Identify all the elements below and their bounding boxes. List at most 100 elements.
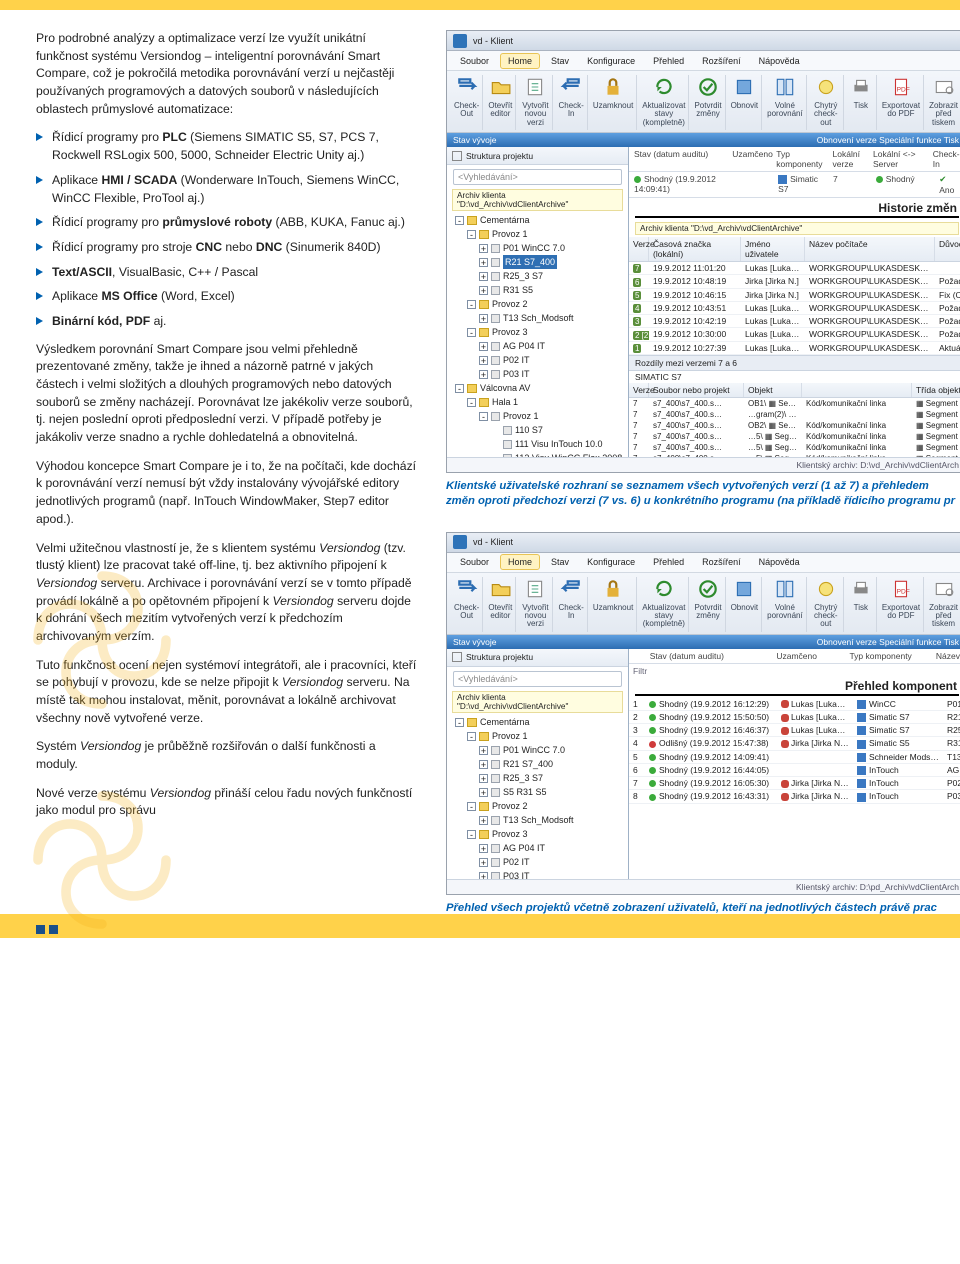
- menu-soubor[interactable]: Soubor: [453, 54, 496, 68]
- search-input[interactable]: <Vyhledávání>: [453, 169, 622, 185]
- ribbon-compare[interactable]: Volné porovnání: [764, 75, 807, 130]
- ribbon-lock[interactable]: Uzamknout: [590, 75, 637, 130]
- menu-přehled[interactable]: Přehled: [646, 555, 691, 569]
- tree-node[interactable]: 112 Visu WinCC Flex 2008: [451, 451, 624, 457]
- tree-node[interactable]: -Provoz 2: [451, 297, 624, 311]
- component-row[interactable]: 7Shodný (19.9.2012 16:05:30)Jirka [Jirka…: [629, 777, 960, 790]
- ribbon-checkout[interactable]: Check-Out: [451, 75, 483, 130]
- tree-node[interactable]: +R25_3 S7: [451, 269, 624, 283]
- tree-node[interactable]: +P03 IT: [451, 367, 624, 381]
- menu-rozšíření[interactable]: Rozšíření: [695, 54, 748, 68]
- menu-nápověda[interactable]: Nápověda: [752, 555, 807, 569]
- component-row[interactable]: 8Shodný (19.9.2012 16:43:31)Jirka [Jirka…: [629, 790, 960, 803]
- ribbon-refresh[interactable]: Aktualizovat stavy (kompletně): [639, 577, 689, 632]
- tree-node[interactable]: +R31 S5: [451, 283, 624, 297]
- tree-node[interactable]: +S5 R31 S5: [451, 785, 624, 799]
- menu-přehled[interactable]: Přehled: [646, 54, 691, 68]
- tree-node[interactable]: +P03 IT: [451, 869, 624, 879]
- menu-home[interactable]: Home: [500, 554, 540, 570]
- ribbon-checkin[interactable]: Check-In: [555, 577, 587, 632]
- menu-rozšíření[interactable]: Rozšíření: [695, 555, 748, 569]
- history-row[interactable]: 419.9.2012 10:43:51Lukas [Lukas R.]WORKG…: [629, 302, 960, 315]
- search-input[interactable]: <Vyhledávání>: [453, 671, 622, 687]
- tree-node[interactable]: -Provoz 2: [451, 799, 624, 813]
- ribbon-restore[interactable]: Obnovit: [728, 75, 763, 130]
- ribbon-refresh[interactable]: Aktualizovat stavy (kompletně): [639, 75, 689, 130]
- tree-node[interactable]: +P01 WinCC 7.0: [451, 241, 624, 255]
- history-row[interactable]: 2 [2.1]19.9.2012 10:30:00Lukas [Lukas R.…: [629, 328, 960, 341]
- tree-node[interactable]: -Hala 1: [451, 395, 624, 409]
- ribbon-checkout[interactable]: Check-Out: [451, 577, 483, 632]
- menu-stav[interactable]: Stav: [544, 54, 576, 68]
- tree-node[interactable]: +P02 IT: [451, 855, 624, 869]
- tree-node[interactable]: -Provoz 1: [451, 227, 624, 241]
- ribbon-confirm[interactable]: Potvrdit změny: [691, 75, 725, 130]
- tree-node[interactable]: 110 S7: [451, 423, 624, 437]
- tree-node[interactable]: +T13 Sch_Modsoft: [451, 311, 624, 325]
- tree-node[interactable]: 111 Visu InTouch 10.0: [451, 437, 624, 451]
- tree-node[interactable]: +P01 WinCC 7.0: [451, 743, 624, 757]
- tree-node[interactable]: -Provoz 3: [451, 827, 624, 841]
- component-row[interactable]: 4Odlišný (19.9.2012 15:47:38)Jirka [Jirk…: [629, 737, 960, 750]
- component-row[interactable]: 3Shodný (19.9.2012 16:46:37)Lukas [Lukas…: [629, 724, 960, 737]
- tree-node[interactable]: +AG P04 IT: [451, 339, 624, 353]
- ribbon-compare[interactable]: Volné porovnání: [764, 577, 807, 632]
- tree-node[interactable]: +R21 S7_400: [451, 757, 624, 771]
- tree-node[interactable]: +AG P04 IT: [451, 841, 624, 855]
- diff-row[interactable]: 7s7_400\s7_400.s……5\ ▦ Segment 1\Kód/kom…: [629, 431, 960, 442]
- history-row[interactable]: 719.9.2012 11:01:20Lukas [Lukas R.]WORKG…: [629, 262, 960, 275]
- ribbon-smart[interactable]: Chytrý check-out: [809, 577, 844, 632]
- checkin-icon: [559, 577, 583, 601]
- tree-node[interactable]: +T13 Sch_Modsoft: [451, 813, 624, 827]
- diff-row[interactable]: 7s7_400\s7_400.s…OB2\ ▦ Segment 1\Kód/ko…: [629, 420, 960, 431]
- history-row[interactable]: 519.9.2012 10:46:15Jirka [Jirka N.]WORKG…: [629, 289, 960, 302]
- ribbon-group-labels: Stav vývoje Obnovení verze Speciální fun…: [447, 635, 960, 649]
- component-header-row: Stav (datum auditu) Uzamčeno Typ kompone…: [629, 649, 960, 664]
- ribbon-print[interactable]: Tisk: [846, 75, 877, 130]
- tree-node[interactable]: -Cementárna: [451, 213, 624, 227]
- history-row[interactable]: 619.9.2012 10:48:19Jirka [Jirka N.]WORKG…: [629, 275, 960, 288]
- ribbon-pdf[interactable]: PDFExportovat do PDF: [879, 577, 924, 632]
- diff-row[interactable]: 7s7_400\s7_400.s……gram(2)\ ▦ Bloky \ ○ O…: [629, 409, 960, 420]
- ribbon-confirm[interactable]: Potvrdit změny: [691, 577, 725, 632]
- menu-soubor[interactable]: Soubor: [453, 555, 496, 569]
- ribbon-open[interactable]: Otevřít editor: [485, 75, 516, 130]
- history-row[interactable]: 319.9.2012 10:42:19Lukas [Lukas R.]WORKG…: [629, 315, 960, 328]
- tree-node[interactable]: -Válcovna AV: [451, 381, 624, 395]
- tree-node[interactable]: +R25_3 S7: [451, 771, 624, 785]
- component-row[interactable]: 2Shodný (19.9.2012 15:50:50)Lukas [Lukas…: [629, 711, 960, 724]
- diff-row[interactable]: 7s7_400\s7_400.s……5\ ▦ Segment 1\Kód/kom…: [629, 453, 960, 457]
- menu-stav[interactable]: Stav: [544, 555, 576, 569]
- tree-node[interactable]: +P02 IT: [451, 353, 624, 367]
- ribbon-smart[interactable]: Chytrý check-out: [809, 75, 844, 130]
- component-row[interactable]: 1Shodný (19.9.2012 16:12:29)Lukas [Lukas…: [629, 698, 960, 711]
- lock-icon: [601, 577, 625, 601]
- project-tree[interactable]: -Cementárna-Provoz 1+P01 WinCC 7.0+R21 S…: [451, 715, 624, 879]
- tree-node[interactable]: -Cementárna: [451, 715, 624, 729]
- ribbon-restore[interactable]: Obnovit: [728, 577, 763, 632]
- ribbon-open[interactable]: Otevřít editor: [485, 577, 516, 632]
- menu-konfigurace[interactable]: Konfigurace: [580, 555, 642, 569]
- folder-icon: [479, 230, 489, 239]
- menu-home[interactable]: Home: [500, 53, 540, 69]
- menu-nápověda[interactable]: Nápověda: [752, 54, 807, 68]
- tree-node[interactable]: -Provoz 3: [451, 325, 624, 339]
- ribbon-preview[interactable]: Zobrazit před tiskem: [926, 75, 960, 130]
- menu-konfigurace[interactable]: Konfigurace: [580, 54, 642, 68]
- tree-node[interactable]: +R21 S7_400: [451, 255, 624, 269]
- project-tree[interactable]: -Cementárna-Provoz 1+P01 WinCC 7.0+R21 S…: [451, 213, 624, 457]
- ribbon-checkin[interactable]: Check-In: [555, 75, 587, 130]
- history-row[interactable]: 119.9.2012 10:27:39Lukas [Lukas R.]WORKG…: [629, 342, 960, 355]
- ribbon-newver[interactable]: Vytvořit novou verzi: [518, 75, 553, 130]
- tree-node[interactable]: -Provoz 1: [451, 409, 624, 423]
- diff-row[interactable]: 7s7_400\s7_400.s…OB1\ ▦ Segment 1\Kód/ko…: [629, 398, 960, 409]
- diff-row[interactable]: 7s7_400\s7_400.s……5\ ▦ Segment 21Kód/kom…: [629, 442, 960, 453]
- component-row[interactable]: 6Shodný (19.9.2012 16:44:05)InTouchAG P0…: [629, 764, 960, 777]
- ribbon-pdf[interactable]: PDFExportovat do PDF: [879, 75, 924, 130]
- ribbon-newver[interactable]: Vytvořit novou verzi: [518, 577, 553, 632]
- ribbon-print[interactable]: Tisk: [846, 577, 877, 632]
- component-row[interactable]: 5Shodný (19.9.2012 14:09:41)Schneider Mo…: [629, 751, 960, 764]
- ribbon-lock[interactable]: Uzamknout: [590, 577, 637, 632]
- tree-node[interactable]: -Provoz 1: [451, 729, 624, 743]
- ribbon-preview[interactable]: Zobrazit před tiskem: [926, 577, 960, 632]
